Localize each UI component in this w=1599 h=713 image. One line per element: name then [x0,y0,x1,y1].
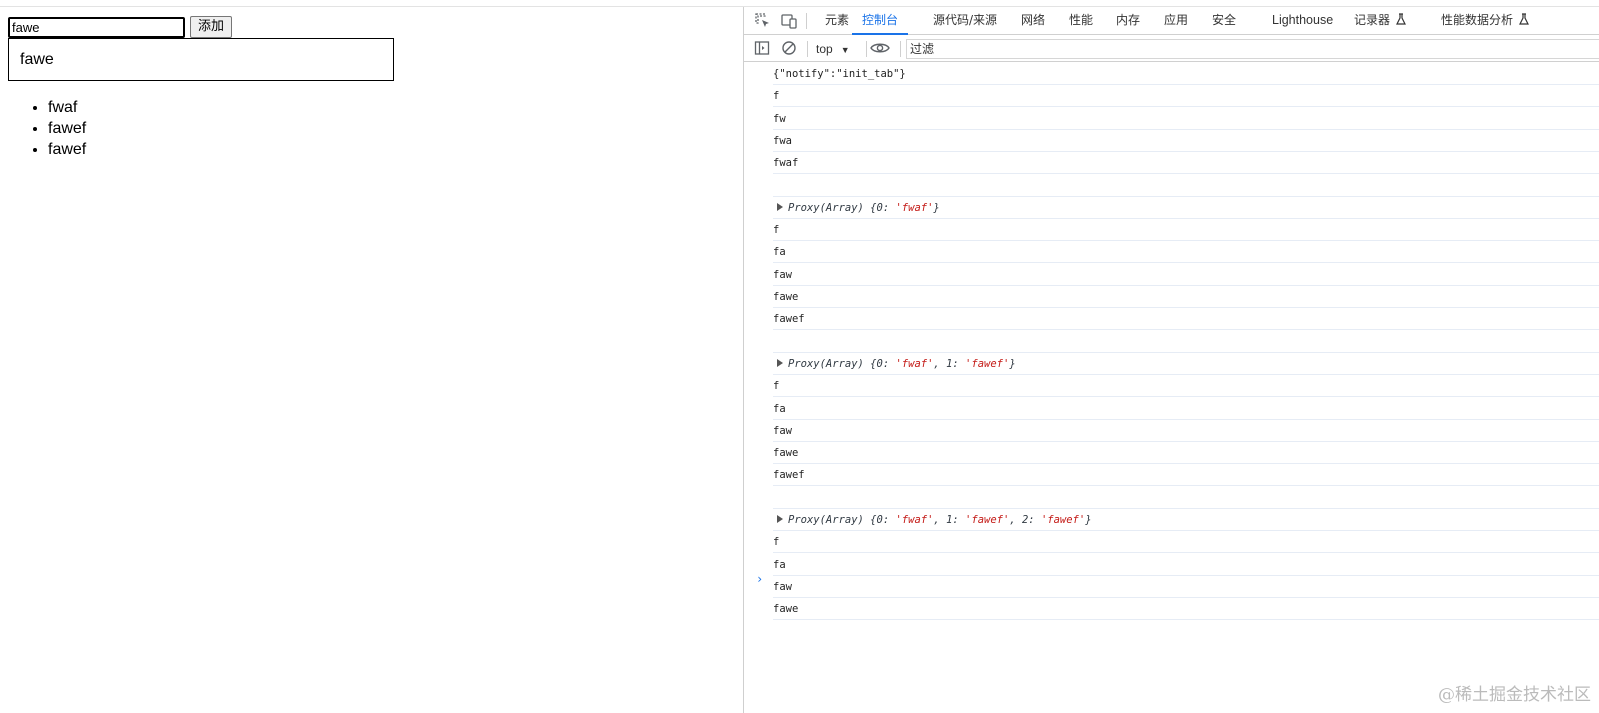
page-viewport: 添加 fawe fwaf fawef fawef [0,0,743,713]
console-log-line: fwa [773,130,1599,152]
console-log-line: f [773,219,1599,242]
console-log-line: fa [773,554,1599,576]
tab-memory[interactable]: 内存 [1116,7,1140,35]
console-log-line: fa [773,398,1599,420]
console-log-line: fwaf [773,152,1599,175]
console-log-line: fawef [773,308,1599,331]
console-log-line: faw [773,576,1599,598]
console-blank-line [773,175,1599,197]
caret-down-icon: ▼ [840,45,850,55]
console-object-entry[interactable]: Proxy(Array) {0: 'fwaf'} [773,197,1599,219]
console-toolbar: top ▼ 过滤 [744,36,1599,62]
tab-lighthouse[interactable]: Lighthouse [1272,7,1333,35]
proxy-label: Proxy(Array) {0: 'fwaf'} [788,201,940,214]
watermark: @稀土掘金技术社区 [1438,685,1591,705]
add-button[interactable]: 添加 [190,16,232,38]
string-value: 'fawef' [965,357,1010,370]
expand-triangle-icon[interactable] [777,358,783,367]
inspect-element-icon[interactable] [754,12,772,30]
console-blank-line [773,331,1599,353]
list-item: fawef [48,118,86,139]
console-prompt-chevron-icon[interactable]: › [756,572,763,586]
console-log-line: f [773,375,1599,398]
string-value: 'fawef' [1040,514,1086,526]
tab-performance-insights-label: 性能数据分析 [1441,13,1514,27]
console-log-line: faw [773,420,1599,442]
flask-icon [1396,13,1406,25]
console-log-line: fa [773,241,1599,264]
expand-triangle-icon[interactable] [777,515,783,523]
tab-security[interactable]: 安全 [1212,7,1236,35]
sidebar-toggle-icon[interactable] [754,40,772,58]
proxy-label: Proxy(Array) {0: 'fwaf', 1: 'fawef'} [788,357,1016,370]
tab-recorder-label: 记录器 [1354,13,1391,27]
tab-performance[interactable]: 性能 [1069,7,1093,35]
console-object-entry[interactable]: Proxy(Array) {0: 'fwaf', 1: 'fawef'} [773,353,1599,375]
toolbar-divider [806,13,807,29]
live-expression-eye-icon[interactable] [869,40,891,58]
console-object-entry[interactable]: Proxy(Array) {0: 'fwaf', 1: 'fawef', 2: … [773,509,1599,531]
tab-network[interactable]: 网络 [1021,7,1045,35]
list-item: fawef [48,139,86,160]
console-blank-line [773,487,1599,509]
string-value: 'fwaf' [895,514,934,526]
devtools-tab-bar: 元素 控制台 源代码/来源 网络 性能 内存 应用 安全 Lighthouse … [744,7,1599,35]
string-value: 'fwaf' [895,201,934,214]
tab-elements[interactable]: 元素 [825,7,849,35]
devtools-panel: 元素 控制台 源代码/来源 网络 性能 内存 应用 安全 Lighthouse … [743,7,1599,713]
console-log-line: fw [773,108,1599,130]
string-value: 'fawef' [965,514,1010,526]
context-select[interactable]: top ▼ [816,40,850,58]
tab-console[interactable]: 控制台 [852,7,909,35]
console-filter-input[interactable]: 过滤 [906,39,1599,59]
console-log-line: fawe [773,442,1599,465]
expand-triangle-icon[interactable] [777,202,783,211]
device-toolbar-icon[interactable] [780,12,798,30]
toolbar-divider [900,41,901,57]
toolbar-divider [866,41,867,57]
toolbar-divider [807,41,808,57]
clear-console-icon[interactable] [781,40,799,58]
console-log-line: f [773,531,1599,554]
context-value: top [816,42,833,56]
console-log-line: fawef [773,464,1599,487]
string-value: 'fwaf' [895,357,934,370]
console-log-line: fawe [773,598,1599,621]
console-log-line: fawe [773,286,1599,308]
tab-recorder[interactable]: 记录器 [1354,7,1406,35]
tab-sources[interactable]: 源代码/来源 [933,7,997,35]
console-log-line: f [773,85,1599,108]
console-log-line: {"notify":"init_tab"} [773,63,1599,85]
todo-input[interactable] [8,17,185,38]
tab-performance-insights[interactable]: 性能数据分析 [1441,7,1529,35]
todo-list: fwaf fawef fawef [48,97,86,160]
tab-application[interactable]: 应用 [1164,7,1188,35]
list-item: fwaf [48,97,86,118]
proxy-label: Proxy(Array) {0: 'fwaf', 1: 'fawef', 2: … [788,514,1092,526]
input-preview: fawe [8,38,394,81]
flask-icon [1519,13,1529,25]
console-log-line: faw [773,264,1599,286]
